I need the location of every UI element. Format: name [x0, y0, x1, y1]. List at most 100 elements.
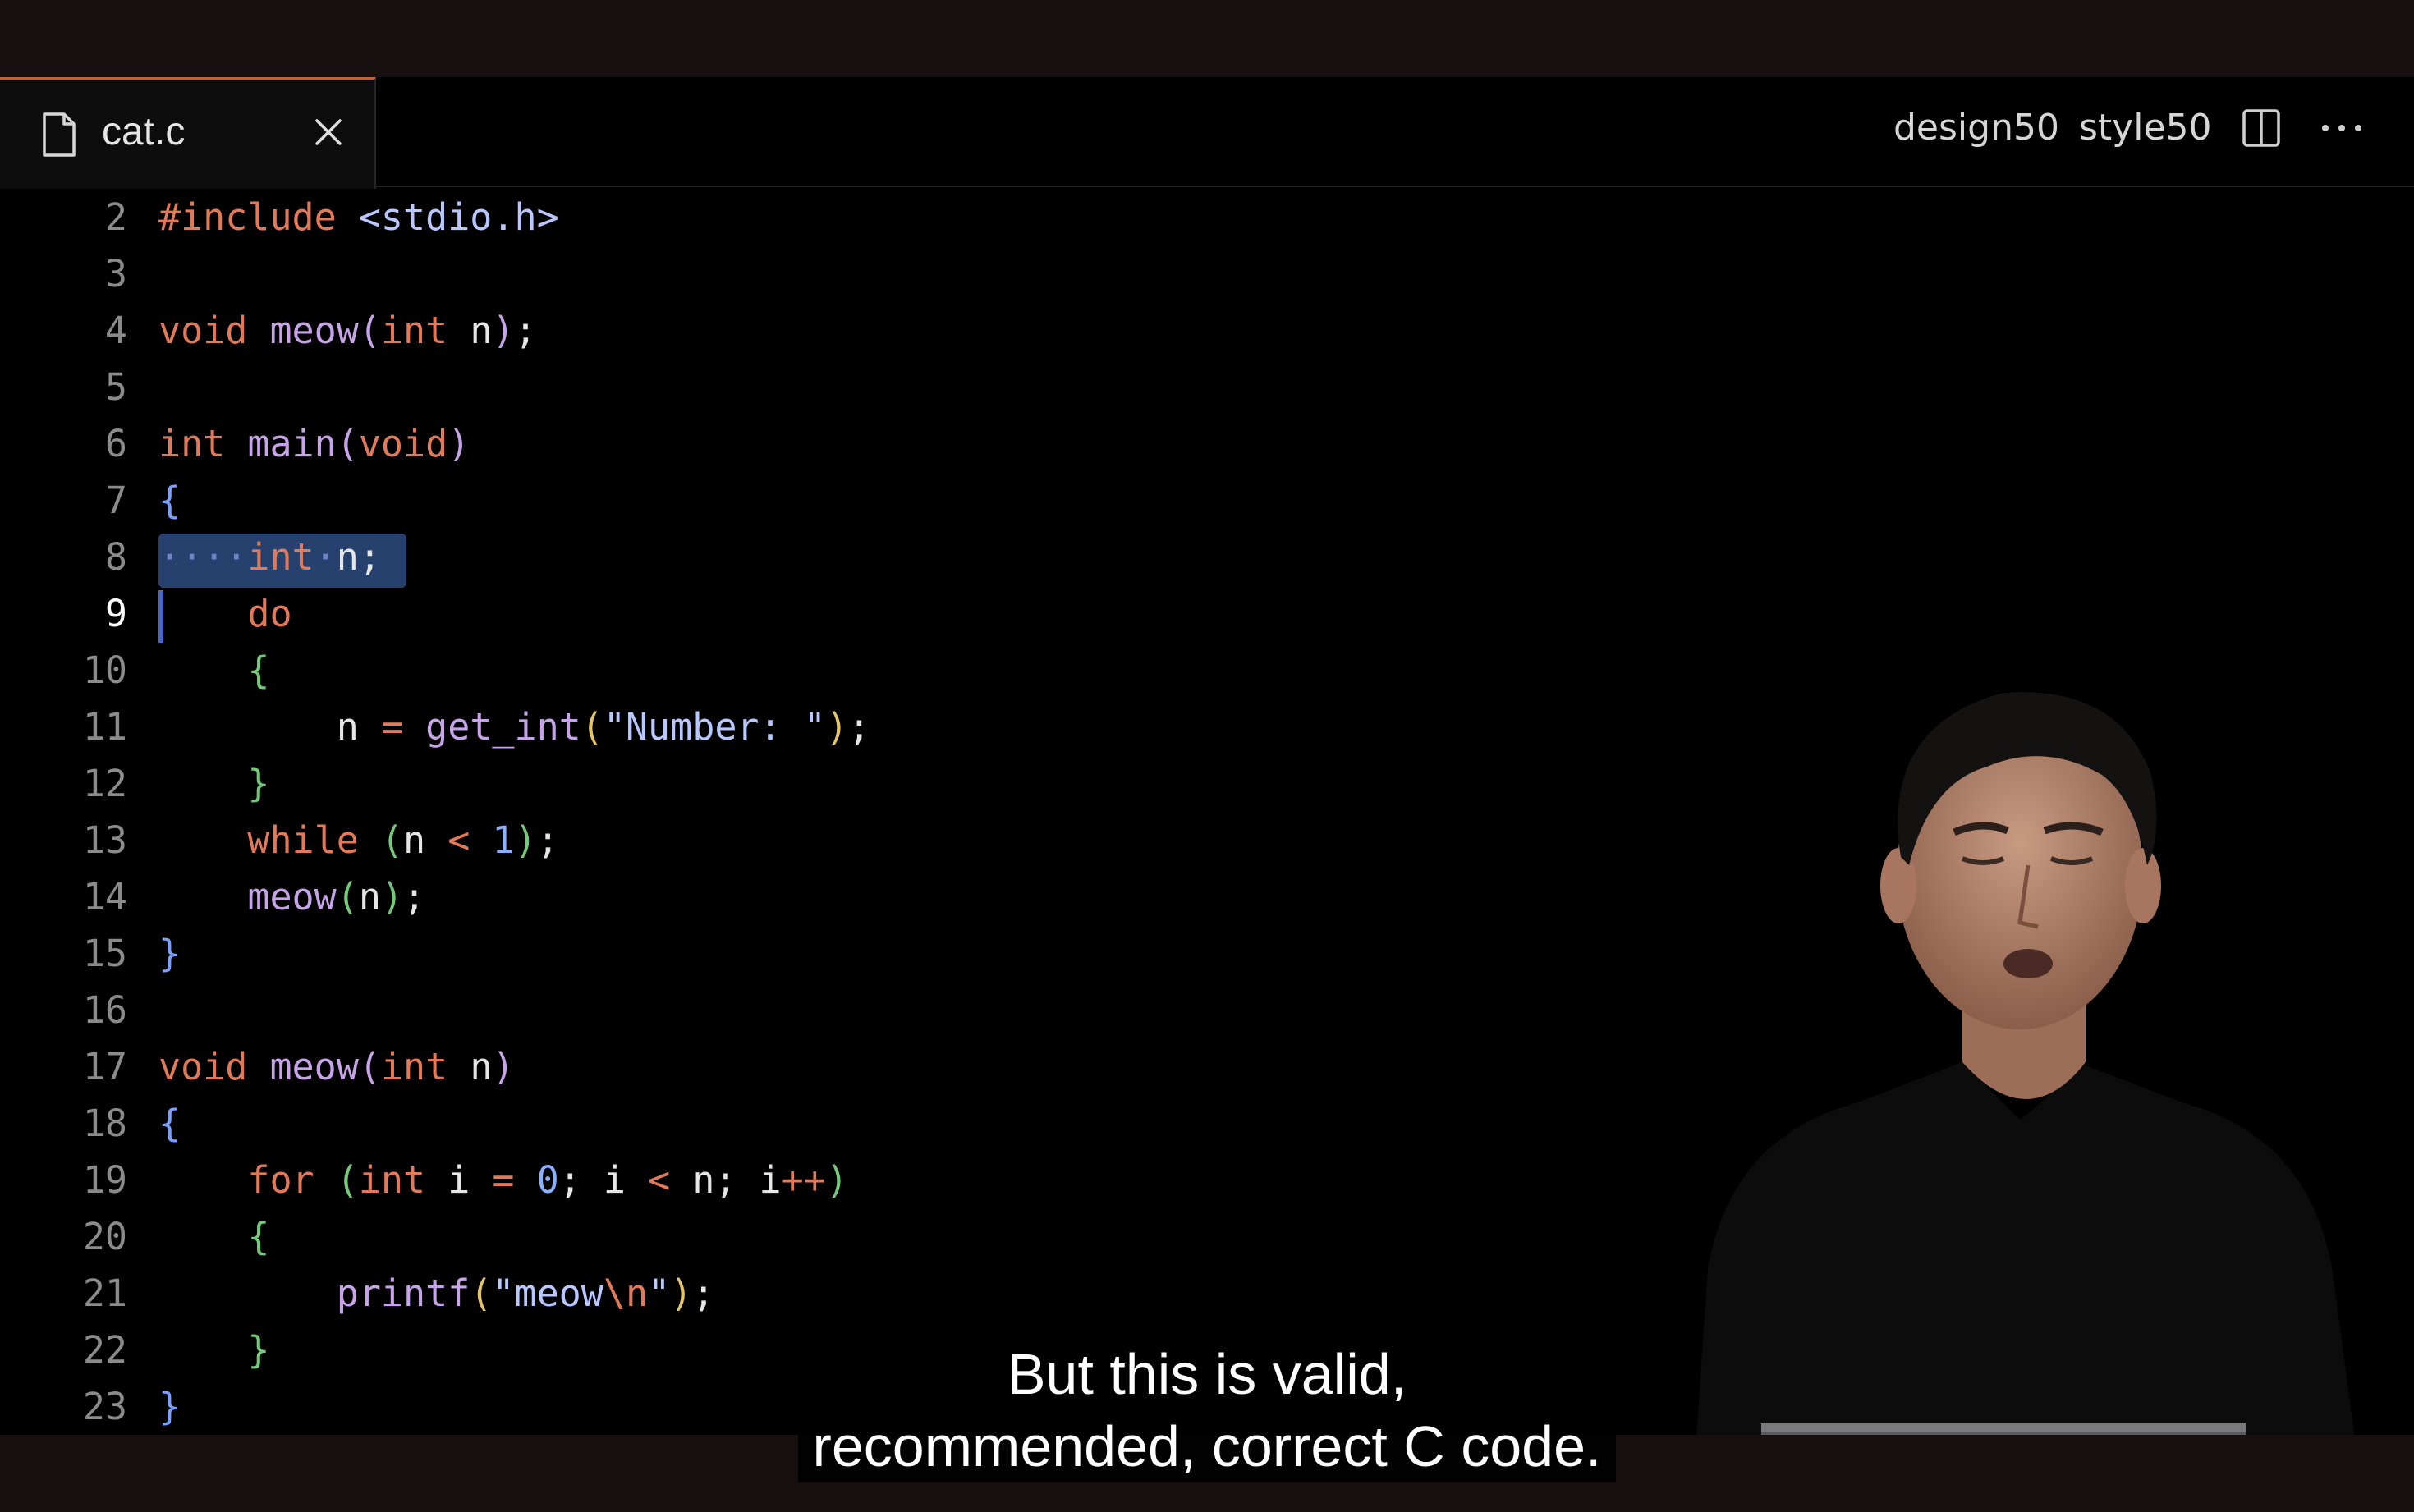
code-line[interactable]: 7{	[0, 472, 1642, 529]
code-token: get_int	[425, 705, 581, 749]
code-token: )	[670, 1271, 693, 1315]
code-line[interactable]: 4 void meow(int n);	[0, 302, 1642, 359]
code-token: (	[358, 1045, 381, 1088]
captions: But this is valid, recommended, correct …	[0, 1338, 2414, 1482]
code-token: )	[492, 1045, 515, 1088]
code-editor[interactable]: cat.c design50 style50 2 #include <stdio.…	[0, 77, 2414, 1435]
code-line[interactable]: 3	[0, 245, 1642, 302]
code-token: main	[247, 422, 337, 465]
code-token: ; i	[558, 1158, 649, 1202]
line-source: ····int·n;	[158, 529, 381, 585]
line-number: 21	[82, 1271, 127, 1315]
code-token: n	[158, 705, 381, 749]
code-token: "Number: "	[603, 705, 826, 749]
code-token: n	[358, 875, 381, 919]
code-token: n; i	[692, 1158, 782, 1202]
more-actions-icon[interactable]	[2319, 121, 2365, 135]
code-token: do	[247, 592, 292, 635]
code-line[interactable]: 21 printf("meow\n");	[0, 1265, 1642, 1322]
line-source: {	[158, 642, 269, 699]
code-line[interactable]: 10 {	[0, 642, 1642, 699]
line-source: meow(n);	[158, 868, 425, 925]
code-line[interactable]: 12 }	[0, 755, 1642, 812]
code-token: #include	[158, 195, 359, 239]
line-source: void meow(int n)	[158, 1038, 515, 1095]
code-token: (	[470, 1271, 493, 1315]
tab-label: cat.c	[102, 110, 186, 153]
line-source: int main(void)	[158, 415, 470, 472]
line-number: 17	[82, 1045, 127, 1088]
line-source: do	[158, 585, 292, 642]
code-token: )	[514, 818, 537, 862]
code-token: }	[247, 762, 270, 805]
code-token: 1	[492, 818, 515, 862]
line-source: }	[158, 755, 269, 812]
line-source: while (n < 1);	[158, 812, 559, 868]
code-token: ;	[536, 818, 559, 862]
code-token: )	[825, 1158, 848, 1202]
line-number: 11	[82, 705, 127, 749]
code-line[interactable]: 13 while (n < 1);	[0, 812, 1642, 868]
code-line[interactable]: 8 ····int·n;	[0, 529, 1642, 588]
code-token: n;	[336, 535, 381, 579]
code-token: ;	[847, 705, 870, 749]
code-line[interactable]: 5	[0, 359, 1642, 415]
code-line[interactable]: 17 void meow(int n)	[0, 1038, 1642, 1095]
line-source: for (int i = 0; i < n; i++)	[158, 1152, 848, 1208]
code-token: <stdio.h>	[358, 195, 559, 239]
line-source: #include <stdio.h>	[158, 189, 559, 245]
code-token: "meow	[492, 1271, 604, 1315]
code-token: for	[247, 1158, 337, 1202]
code-line[interactable]: 15}	[0, 925, 1642, 982]
code-token: void	[158, 309, 270, 352]
code-token: )	[447, 422, 470, 465]
code-token: )	[380, 875, 404, 919]
style50-button[interactable]: style50	[2079, 107, 2212, 149]
code-token: "	[648, 1271, 671, 1315]
code-token: \n	[603, 1271, 649, 1315]
code-token: ++	[781, 1158, 826, 1202]
line-source: {	[158, 1095, 181, 1152]
design50-button[interactable]: design50	[1893, 107, 2059, 149]
line-number: 13	[82, 818, 127, 862]
code-token: (	[336, 1158, 359, 1202]
line-number: 4	[104, 309, 127, 352]
code-line[interactable]: 11 n = get_int("Number: ");	[0, 699, 1642, 755]
close-icon[interactable]	[312, 116, 345, 149]
code-token: <	[447, 818, 493, 862]
split-editor-icon[interactable]	[2242, 108, 2281, 148]
line-source: n = get_int("Number: ");	[158, 699, 870, 755]
code-line[interactable]: 6 int main(void)	[0, 415, 1642, 472]
code-token: int	[380, 309, 470, 352]
code-token: (	[380, 818, 404, 862]
code-token: <	[648, 1158, 693, 1202]
code-line[interactable]: 19 for (int i = 0; i < n; i++)	[0, 1152, 1642, 1208]
code-token: void	[158, 1045, 270, 1088]
code-token: =	[380, 705, 426, 749]
line-number: 9	[104, 592, 127, 635]
code-token: void	[358, 422, 448, 465]
presenter-video	[1696, 692, 2355, 1435]
tab-cat-c[interactable]: cat.c	[0, 77, 376, 189]
line-number: 20	[82, 1215, 127, 1258]
code-token: int	[247, 535, 314, 579]
line-number: 19	[82, 1158, 127, 1202]
code-line[interactable]: 9 do	[0, 585, 1642, 643]
code-token: ····	[158, 535, 248, 579]
line-source: {	[158, 472, 181, 529]
code-token: {	[158, 1102, 181, 1145]
code-line[interactable]: 20 {	[0, 1208, 1642, 1265]
code-line[interactable]: 18 {	[0, 1095, 1642, 1152]
line-source: void meow(int n);	[158, 302, 537, 359]
code-token: }	[158, 932, 181, 975]
line-number: 16	[82, 988, 127, 1032]
code-line[interactable]: 2 #include <stdio.h>	[0, 189, 1642, 245]
code-line[interactable]: 14 meow(n);	[0, 868, 1642, 925]
video-frame: cat.c design50 style50 2 #include <stdio.…	[0, 0, 2414, 1512]
line-number: 6	[104, 422, 127, 465]
code-line[interactable]: 16	[0, 982, 1642, 1038]
top-letterbox	[0, 0, 2414, 77]
